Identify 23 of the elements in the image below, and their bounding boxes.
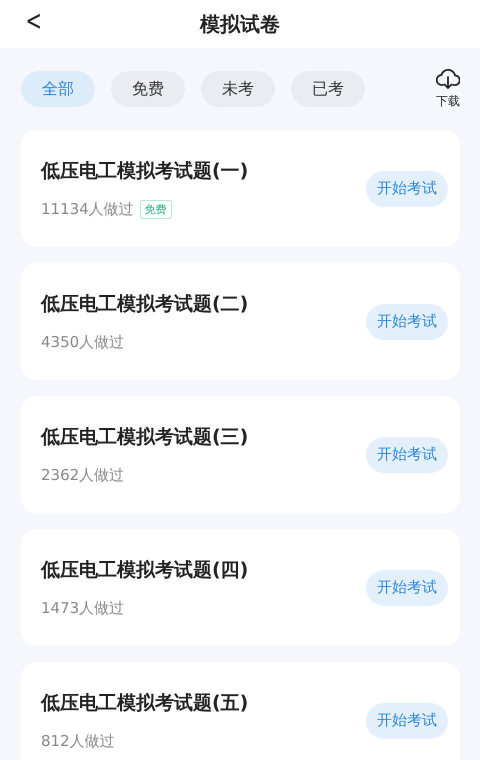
exam-title: 低压电工模拟考试题(四): [41, 558, 248, 583]
free-tag: 免费: [140, 200, 172, 219]
exam-title: 低压电工模拟考试题(一): [41, 159, 248, 184]
cloud-download-icon[interactable]: [436, 68, 460, 90]
filter-tab[interactable]: 未考: [201, 71, 275, 107]
exam-title: 低压电工模拟考试题(五): [41, 691, 248, 716]
page-title: 模拟试卷: [200, 10, 280, 38]
filter-tab[interactable]: 已考: [291, 71, 365, 107]
filter-tab[interactable]: 免费: [111, 71, 185, 107]
back-button[interactable]: <: [26, 4, 42, 37]
exam-card[interactable]: 低压电工模拟考试题(二) 4350人做过 开始考试: [21, 263, 460, 380]
exam-card[interactable]: 低压电工模拟考试题(三) 2362人做过 开始考试: [21, 396, 460, 513]
attempt-count: 4350人做过: [41, 333, 124, 352]
exam-title: 低压电工模拟考试题(三): [41, 425, 248, 450]
exam-card[interactable]: 低压电工模拟考试题(一) 11134人做过 免费 开始考试: [21, 130, 460, 247]
attempt-count: 11134人做过: [41, 200, 134, 219]
download-label[interactable]: 下载: [436, 93, 460, 110]
attempt-count: 1473人做过: [41, 599, 124, 618]
exam-card[interactable]: 低压电工模拟考试题(五) 812人做过 开始考试: [21, 662, 460, 760]
exam-title: 低压电工模拟考试题(二): [41, 292, 248, 317]
attempt-count: 812人做过: [41, 732, 115, 751]
attempt-count: 2362人做过: [41, 466, 124, 485]
exam-card[interactable]: 低压电工模拟考试题(四) 1473人做过 开始考试: [21, 529, 460, 646]
